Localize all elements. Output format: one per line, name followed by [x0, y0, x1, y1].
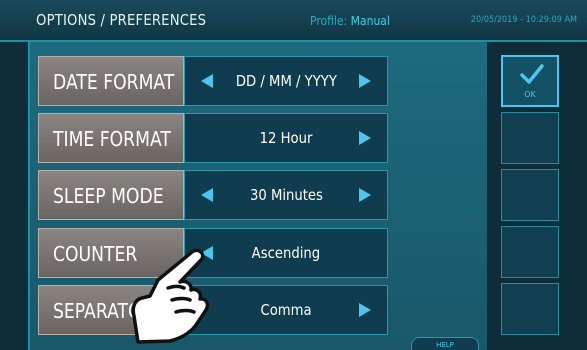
triangle-right-icon[interactable]: [359, 188, 371, 202]
help-button[interactable]: HELP: [411, 337, 479, 350]
page-title: OPTIONS / PREFERENCES: [36, 11, 207, 29]
setting-label: TIME FORMAT: [38, 113, 184, 163]
profile-value: Manual: [350, 14, 390, 28]
setting-value: 12 Hour: [259, 129, 313, 147]
setting-value: 30 Minutes: [249, 186, 323, 204]
setting-row-sleep-mode: SLEEP MODE 30 Minutes: [38, 170, 388, 220]
preferences-screen: OPTIONS / PREFERENCES Profile: Manual 20…: [0, 0, 587, 350]
profile-label: Profile:: [310, 14, 348, 28]
side-button-4[interactable]: [501, 226, 559, 278]
setting-label: DATE FORMAT: [38, 56, 184, 106]
setting-value: DD / MM / YYYY: [235, 72, 337, 90]
setting-label: SLEEP MODE: [38, 170, 184, 220]
side-button-5[interactable]: [501, 283, 559, 335]
ok-label: OK: [524, 90, 536, 99]
setting-value-selector[interactable]: 12 Hour: [184, 113, 388, 163]
pointing-hand-icon: [131, 248, 210, 344]
profile-indicator: Profile: Manual: [310, 14, 390, 28]
side-button-2[interactable]: [501, 112, 559, 164]
side-button-3[interactable]: [501, 169, 559, 221]
datetime-display: 20/05/2019 - 10:29:09 AM: [470, 15, 577, 25]
header-bar: OPTIONS / PREFERENCES Profile: Manual 20…: [0, 0, 587, 42]
triangle-right-icon[interactable]: [359, 74, 371, 88]
ok-button[interactable]: OK: [501, 55, 559, 107]
setting-row-date-format: DATE FORMAT DD / MM / YYYY: [38, 56, 388, 106]
setting-value-selector[interactable]: 30 Minutes: [184, 170, 388, 220]
checkmark-icon: [520, 64, 544, 84]
triangle-right-icon[interactable]: [359, 131, 371, 145]
setting-row-time-format: TIME FORMAT 12 Hour: [38, 113, 388, 163]
triangle-right-icon[interactable]: [359, 303, 371, 317]
setting-value-selector[interactable]: DD / MM / YYYY: [184, 56, 388, 106]
